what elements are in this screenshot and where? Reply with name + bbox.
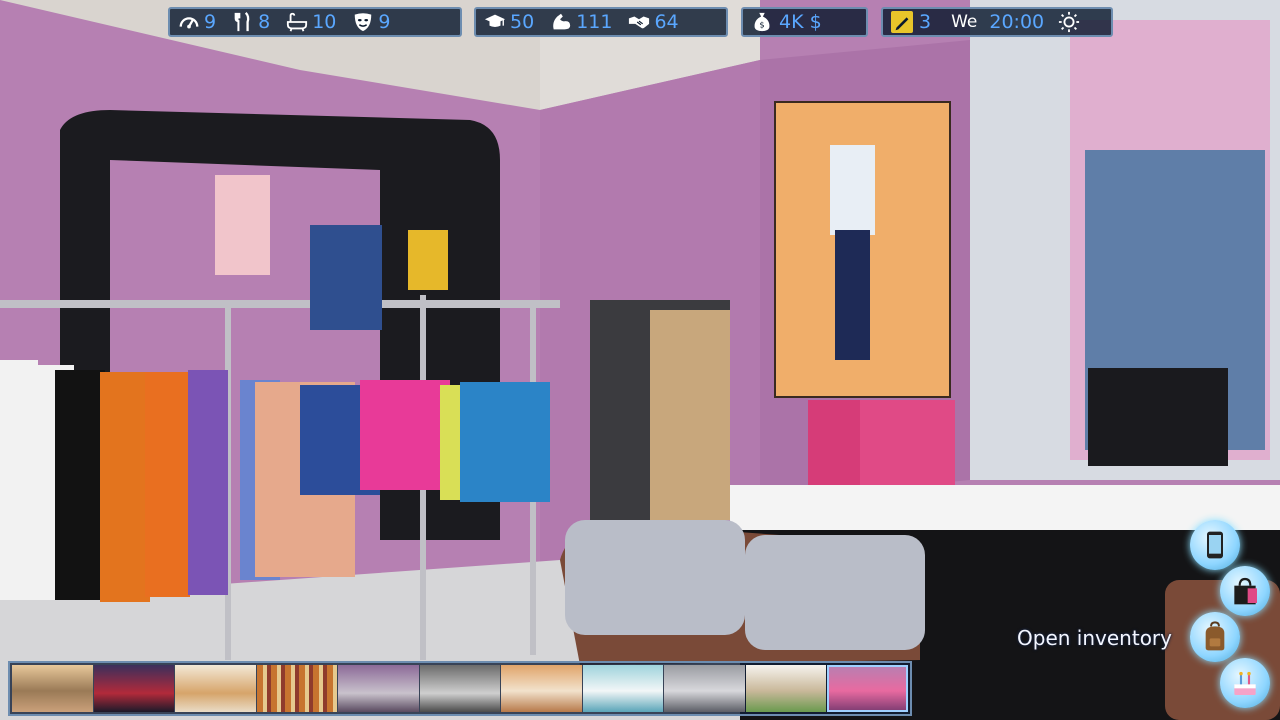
location-thumb-cafe[interactable] (745, 665, 827, 712)
fork-knife-icon (232, 11, 254, 33)
charisma-value: 64 (654, 11, 679, 33)
clock-value: 20:00 (989, 11, 1045, 33)
needs-panel: 9 8 10 9 (168, 7, 462, 37)
mask-icon (352, 11, 374, 33)
strength-value: 111 (576, 11, 613, 33)
money-panel[interactable]: $ 4K $ (741, 7, 868, 37)
location-thumb-pharmacy[interactable] (582, 665, 664, 712)
skills-panel: 50 111 64 (474, 7, 728, 37)
shopping-button[interactable] (1220, 566, 1270, 616)
location-thumb-furniture-store[interactable] (501, 665, 582, 712)
muscle-arm-icon (550, 11, 572, 33)
time-panel: 3 We 20:00 (881, 7, 1113, 37)
money-value: 4K $ (779, 11, 822, 33)
svg-text:$: $ (759, 20, 764, 30)
energy-stat[interactable]: 9 (178, 11, 216, 33)
hunger-value: 8 (258, 11, 271, 33)
location-thumb-hallway[interactable] (664, 665, 745, 712)
mood-value: 9 (378, 11, 391, 33)
energy-gauge-icon (178, 11, 200, 33)
phone-icon (1207, 531, 1223, 559)
notepad-icon[interactable] (891, 11, 913, 33)
cake-button[interactable] (1220, 658, 1270, 708)
location-thumb-clothing-store[interactable] (827, 665, 909, 712)
handshake-icon (628, 11, 650, 33)
intelligence-value: 50 (510, 11, 535, 33)
inventory-button[interactable] (1190, 612, 1240, 662)
weekday-label: We (951, 12, 978, 32)
clothing-store-scene (0, 0, 1280, 720)
backpack-icon (1205, 621, 1225, 651)
graduation-cap-icon (484, 11, 506, 33)
charisma-stat[interactable]: 64 (628, 11, 679, 33)
strength-stat[interactable]: 111 (550, 11, 612, 33)
location-thumb-bakery[interactable] (175, 665, 256, 712)
hygiene-value: 10 (312, 11, 337, 33)
shopping-bag-icon (1234, 577, 1257, 605)
location-thumb-gym[interactable] (419, 665, 501, 712)
phone-button[interactable] (1190, 520, 1240, 570)
location-thumb-mall-lobby[interactable] (12, 665, 93, 712)
hygiene-stat[interactable]: 10 (286, 11, 336, 33)
location-thumb-shop-counter[interactable] (338, 665, 419, 712)
money-bag-icon: $ (751, 11, 773, 33)
task-count: 3 (919, 11, 932, 33)
location-thumb-bookstore[interactable] (256, 665, 338, 712)
sun-icon[interactable] (1058, 11, 1080, 33)
bathtub-icon (286, 11, 308, 33)
location-strip (8, 661, 912, 716)
location-thumb-arcade[interactable] (93, 665, 175, 712)
hunger-stat[interactable]: 8 (232, 11, 270, 33)
inventory-tooltip: Open inventory (1017, 626, 1172, 650)
cake-icon (1234, 671, 1256, 695)
energy-value: 9 (204, 11, 217, 33)
mood-stat[interactable]: 9 (352, 11, 390, 33)
intelligence-stat[interactable]: 50 (484, 11, 534, 33)
